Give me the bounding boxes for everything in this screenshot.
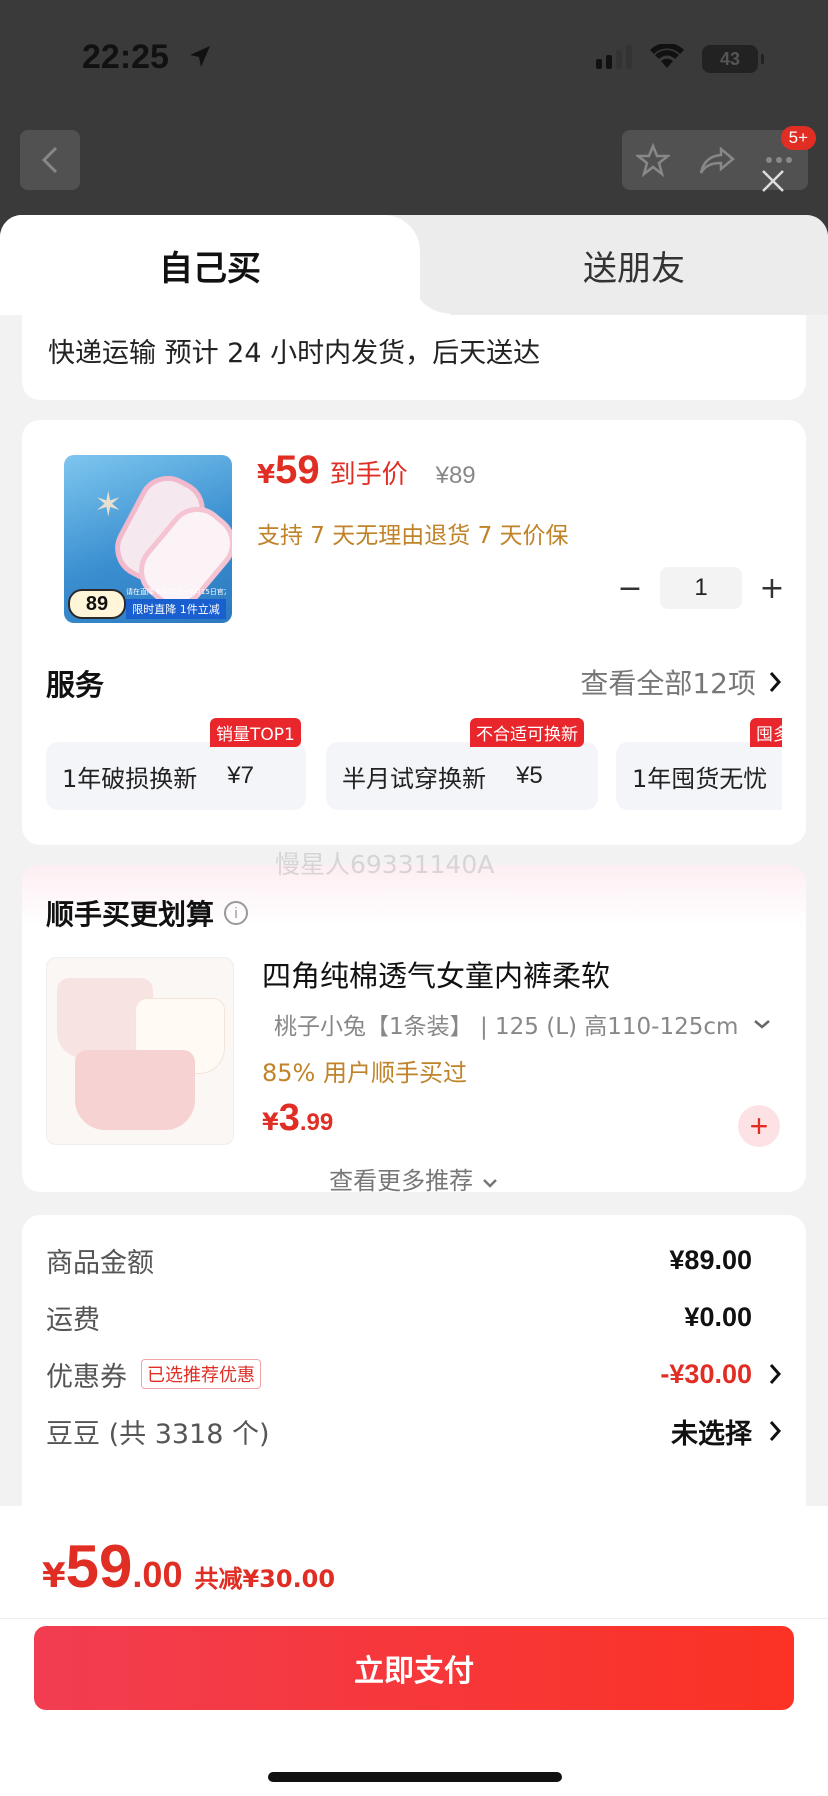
location-arrow-icon (188, 44, 212, 74)
goods-amount-value: ¥89.00 (669, 1244, 752, 1275)
battery-icon: 43 (702, 45, 764, 73)
original-price: ¥89 (435, 462, 476, 489)
beans-row[interactable]: 豆豆 (共 3318 个) 未选择 (46, 1406, 782, 1456)
watermark: 慢星人69331140A (275, 850, 495, 879)
total-dec: .00 (132, 1554, 183, 1595)
recommend-price-symbol: ¥ (262, 1108, 279, 1136)
coupon-label: 优惠券 (46, 1361, 127, 1393)
underwear-shape (75, 1050, 195, 1130)
view-all-services-label: 查看全部12项 (580, 667, 756, 700)
service-chip[interactable]: 1年破损换新 ¥7 (46, 742, 306, 810)
service-tag: 销量TOP1 (210, 718, 301, 747)
service-price: ¥7 (227, 762, 254, 789)
price-line: ¥ 59 到手价 ¥89 (257, 448, 476, 493)
services-title: 服务 (46, 668, 105, 702)
recommend-title: 顺手买更划算 i (46, 893, 249, 933)
more-icon[interactable] (764, 155, 794, 165)
signal-icon (596, 45, 632, 73)
thumb-promo-subtext: 请在直降 6月15日~7月15日官方 (126, 588, 226, 596)
services-row: 1年破损换新 ¥7 销量TOP1 半月试穿换新 ¥5 不合适可换新 1年囤货无忧… (46, 718, 782, 818)
shipping-fee-row: 运费 ¥0.00 (46, 1292, 782, 1342)
recommend-title-text: 顺手买更划算 (46, 898, 215, 931)
starfish-decoration: ✶ (94, 485, 123, 525)
service-tag: 不合适可换新 (470, 718, 584, 747)
wifi-icon (650, 42, 684, 74)
total-int: 59 (65, 1533, 133, 1600)
payment-bar: ¥ 59 .00 共减¥30.00 立即支付 (0, 1506, 828, 1796)
thumb-promo: 限时直降 1件立减 (126, 599, 226, 619)
recommend-spec-text: 桃子小兔【1条装】 | 125 (L) 高110-125cm (274, 1014, 739, 1040)
recommend-card: 顺手买更划算 i 四角纯棉透气女童内裤柔软 桃子小兔【1条装】 | 125 (L… (22, 865, 806, 1195)
quantity-input[interactable]: 1 (660, 567, 742, 609)
product-card: ✶ 请在直降 6月15日~7月15日官方 89 限时直降 1件立减 ¥ 59 到… (22, 420, 806, 845)
chevron-down-icon (482, 1179, 497, 1188)
final-price: 59 (275, 448, 320, 492)
more-recommend-label: 查看更多推荐 (329, 1167, 474, 1195)
service-chip[interactable]: 1年囤货无忧 (616, 742, 782, 810)
price-symbol: ¥ (257, 460, 276, 490)
divider (0, 1618, 828, 1619)
star-icon[interactable] (636, 143, 671, 177)
beans-label: 豆豆 (共 3318 个) (46, 1418, 270, 1450)
info-icon[interactable]: i (224, 901, 249, 925)
recommend-product-image[interactable] (46, 957, 234, 1145)
chevron-right-icon (769, 1364, 782, 1384)
goods-amount-label: 商品金额 (46, 1247, 154, 1279)
increase-button[interactable]: + (750, 568, 794, 608)
close-icon[interactable] (760, 168, 786, 198)
decrease-button[interactable]: − (608, 568, 652, 608)
notification-badge: 5+ (780, 126, 816, 150)
return-policy: 支持 7 天无理由退货 7 天价保 (257, 523, 569, 549)
status-time: 22:25 (82, 38, 169, 76)
back-button[interactable] (20, 130, 80, 190)
coupon-tag: 已选推荐优惠 (141, 1359, 261, 1389)
goods-amount-row: 商品金额 ¥89.00 (46, 1235, 782, 1285)
home-indicator[interactable] (268, 1772, 562, 1782)
chevron-left-icon (41, 146, 58, 174)
recommend-price-int: 3 (278, 1097, 300, 1139)
recommend-price: ¥ 3 .99 (262, 1097, 333, 1140)
service-label: 半月试穿换新 (342, 764, 486, 793)
more-recommend-link[interactable]: 查看更多推荐 (22, 1161, 806, 1196)
total-saved: 共减¥30.00 (194, 1565, 336, 1593)
shipping-fee-label: 运费 (46, 1304, 100, 1336)
tab-gift[interactable]: 送朋友 (440, 215, 828, 315)
add-recommend-button[interactable]: + (738, 1105, 780, 1147)
total-price: ¥ 59 .00 共减¥30.00 (42, 1532, 335, 1601)
shipping-info: 快递运输 预计 24 小时内发货，后天送达 (22, 315, 806, 400)
recommend-stat: 85% 用户顺手买过 (262, 1059, 467, 1087)
shipping-text: 快递运输 预计 24 小时内发货，后天送达 (48, 338, 541, 369)
view-all-services-link[interactable]: 查看全部12项 (580, 662, 782, 702)
service-price: ¥5 (516, 762, 543, 789)
recommend-price-dec: .99 (299, 1109, 334, 1136)
product-image[interactable]: ✶ 请在直降 6月15日~7月15日官方 89 限时直降 1件立减 (64, 455, 232, 623)
chevron-down-icon (754, 1020, 770, 1029)
beans-value: 未选择 (671, 1418, 752, 1449)
status-icons: 43 (596, 42, 764, 74)
pay-now-button[interactable]: 立即支付 (34, 1626, 794, 1710)
recommend-spec-select[interactable]: 桃子小兔【1条装】 | 125 (L) 高110-125cm (274, 1007, 794, 1041)
coupon-value: -¥30.00 (660, 1358, 752, 1389)
service-tag: 囤多换 (750, 718, 782, 747)
chevron-right-icon (769, 1421, 782, 1441)
service-chip[interactable]: 半月试穿换新 ¥5 (326, 742, 598, 810)
service-label: 1年囤货无忧 (632, 764, 768, 793)
tab-self[interactable]: 自己买 (0, 215, 450, 315)
coupon-row[interactable]: 优惠券 已选推荐优惠 -¥30.00 (46, 1349, 782, 1399)
tab-bar: 自己买 送朋友 (0, 215, 828, 315)
service-label: 1年破损换新 (62, 764, 198, 793)
total-symbol: ¥ (42, 1556, 66, 1596)
shipping-fee-value: ¥0.00 (684, 1301, 752, 1332)
quantity-stepper: − 1 + (608, 567, 794, 609)
recommend-product-name[interactable]: 四角纯棉透气女童内裤柔软 (262, 953, 610, 995)
status-bar: 22:25 43 (0, 0, 828, 120)
share-icon[interactable] (699, 145, 735, 175)
chevron-right-icon (769, 672, 782, 692)
thumb-price: 89 (68, 589, 126, 619)
price-label: 到手价 (329, 460, 408, 490)
